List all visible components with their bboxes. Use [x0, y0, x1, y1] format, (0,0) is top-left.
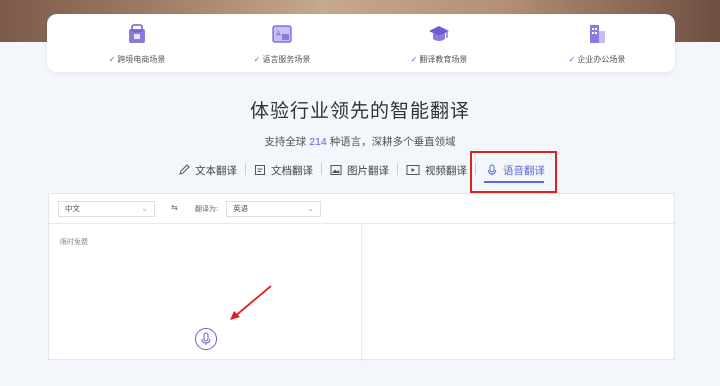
- scenario-bar: ✓ 跨境电商场景 A ✓ 语言服务场景 ✓ 翻译教育场景 ✓ 企业办公场景: [47, 14, 675, 72]
- tab-label: 文本翻译: [195, 164, 237, 177]
- office-building-icon: [590, 25, 605, 43]
- page-subtitle: 支持全球 214 种语言，深耕多个垂直领域: [0, 134, 720, 149]
- tab-label: 视频翻译: [425, 164, 467, 177]
- panel-divider: [361, 224, 362, 361]
- scenario-education[interactable]: ✓ 翻译教育场景: [379, 23, 499, 65]
- tab-image[interactable]: 图片翻译: [330, 161, 389, 179]
- tab-label: 文档翻译: [271, 164, 313, 177]
- language-count: 214: [309, 136, 327, 148]
- translator-panel: 中文 ⌄ ⇆ 翻译为: 英语 ⌄ 限时免费: [48, 193, 676, 361]
- swap-languages-icon[interactable]: ⇆: [171, 203, 178, 212]
- target-language-label: 翻译为:: [195, 206, 218, 213]
- microphone-icon: [201, 332, 211, 345]
- tab-divider: [397, 163, 398, 175]
- highlight-annotation-box: [470, 151, 557, 193]
- scenario-language-service[interactable]: A ✓ 语言服务场景: [222, 23, 342, 65]
- scenario-label: 翻译教育场景: [419, 55, 468, 64]
- red-pointer-arrow: [230, 285, 272, 320]
- tab-video[interactable]: 视频翻译: [406, 161, 467, 179]
- target-language-select[interactable]: 英语 ⌄: [226, 201, 321, 217]
- input-placeholder: 限时免费: [60, 239, 88, 246]
- scenario-office[interactable]: ✓ 企业办公场景: [537, 23, 657, 65]
- tab-document[interactable]: 文档翻译: [254, 161, 313, 179]
- subtitle-suffix: 种语言，深耕多个垂直领域: [329, 136, 456, 148]
- record-voice-button[interactable]: [195, 328, 217, 350]
- page-title: 体验行业领先的智能翻译: [249, 101, 470, 122]
- chevron-down-icon: ⌄: [141, 204, 148, 213]
- pen-icon: [179, 164, 190, 175]
- document-icon: [255, 165, 265, 175]
- tab-divider: [245, 163, 246, 175]
- translation-service-icon: A: [272, 25, 292, 43]
- language-toolbar: 中文 ⌄ ⇆ 翻译为: 英语 ⌄: [49, 194, 676, 224]
- video-icon: [406, 165, 420, 175]
- source-language-select[interactable]: 中文 ⌄: [58, 201, 155, 217]
- education-cap-icon: [429, 26, 449, 41]
- image-icon: [330, 165, 342, 175]
- cross-border-shop-icon: [129, 24, 145, 43]
- scenario-label: 语言服务场景: [262, 55, 311, 64]
- target-language-value: 英语: [233, 204, 248, 213]
- tab-label: 图片翻译: [347, 164, 389, 177]
- source-language-value: 中文: [65, 204, 80, 213]
- scenario-cross-border[interactable]: ✓ 跨境电商场景: [77, 23, 197, 65]
- scenario-label: 企业办公场景: [577, 55, 626, 64]
- svg-text:A: A: [276, 30, 281, 38]
- tab-text[interactable]: 文本翻译: [178, 161, 237, 179]
- translation-tabs: 文本翻译 文档翻译 图片翻译 视频翻译 语音翻译: [0, 157, 720, 181]
- scenario-label: 跨境电商场景: [117, 55, 166, 64]
- subtitle-prefix: 支持全球: [264, 136, 307, 148]
- tab-divider: [321, 163, 322, 175]
- chevron-down-icon: ⌄: [307, 204, 314, 213]
